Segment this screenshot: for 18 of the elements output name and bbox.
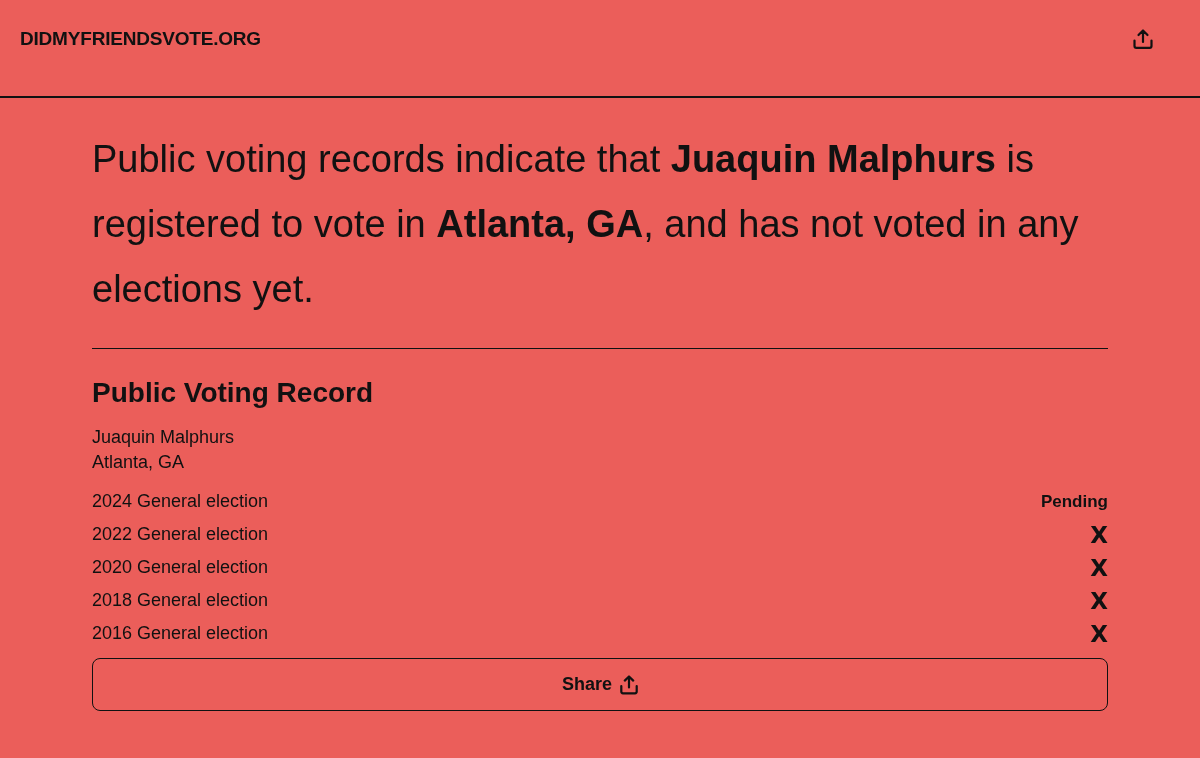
summary-text: Public voting records indicate that Juaquin Malphurs is registered to vote in Atlanta, GA, and has not voted in any elections yet.	[92, 137, 1080, 312]
voter-location: Atlanta, GA	[92, 451, 186, 474]
pending-status: Pending	[1040, 491, 1108, 512]
voter-name: Juaquin Malphurs	[92, 426, 236, 449]
not-voted-mark: X	[1090, 587, 1108, 614]
share-button[interactable]: Share	[92, 658, 1108, 711]
not-voted-mark: X	[1090, 521, 1108, 548]
election-label: 2022 General election	[92, 524, 269, 545]
election-label: 2024 General election	[92, 491, 269, 512]
share-icon	[620, 674, 638, 695]
record-title: Public Voting Record	[92, 376, 375, 410]
election-label: 2020 General election	[92, 557, 269, 578]
election-label: 2018 General election	[92, 590, 269, 611]
not-voted-mark: X	[1090, 554, 1108, 581]
election-label: 2016 General election	[92, 623, 269, 644]
site-name[interactable]: DIDMYFRIENDSVOTE.ORG	[20, 28, 261, 50]
not-voted-mark: X	[1090, 620, 1108, 647]
share-icon[interactable]	[1132, 28, 1154, 50]
